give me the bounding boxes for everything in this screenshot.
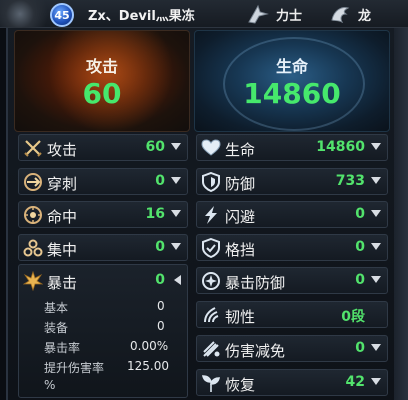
expand-arrow-icon[interactable] (371, 378, 381, 385)
expand-arrow-icon[interactable] (171, 243, 181, 250)
stat-value: 733 (335, 173, 365, 189)
crit-detail-label-equip: 装备 (44, 321, 69, 335)
shield-icon (201, 171, 221, 193)
attack-summary-title: 攻击 (85, 57, 118, 76)
crit-detail-value-rate: 0.00% (130, 339, 169, 353)
collapse-arrow-icon[interactable] (174, 275, 181, 285)
stat-value: 60 (145, 139, 165, 155)
stat-label: 生命 (225, 141, 256, 159)
stat-value: 0 (355, 206, 365, 222)
warrior-class-icon (246, 2, 270, 26)
stat-label: 暴击 (47, 274, 78, 292)
stat-row-attack[interactable]: 攻击 60 (18, 134, 188, 161)
level-badge: 45 (50, 3, 74, 27)
crossed-swords-icon (23, 138, 43, 158)
stat-label: 集中 (47, 241, 78, 259)
heart-icon (201, 138, 221, 158)
stat-row-pierce[interactable]: 穿刺 0 (18, 168, 188, 195)
stat-label: 命中 (47, 208, 78, 226)
crit-defense-icon (201, 271, 221, 291)
class-label: 力士 (276, 8, 303, 24)
expand-arrow-icon[interactable] (371, 143, 381, 150)
life-summary-value: 14860 (243, 77, 341, 110)
critical-burst-icon (22, 270, 44, 292)
crit-detail-label-rate: 暴击率 (44, 341, 81, 355)
race-label: 龙 (358, 8, 372, 24)
crit-detail-value-equip: 0 (157, 319, 165, 333)
stat-value: 0 (155, 173, 165, 189)
attack-summary-panel: 攻击 60 (14, 30, 190, 132)
character-header: 45 Zx、Devil灬果冻 力士 龙 (0, 0, 408, 28)
expand-arrow-icon[interactable] (371, 210, 381, 217)
stat-value: 14860 (316, 139, 365, 155)
stat-row-block[interactable]: 格挡 0 (196, 234, 388, 261)
life-summary-panel: 生命 14860 (194, 30, 390, 132)
stat-value: 0 (355, 239, 365, 255)
stat-value: 0段 (341, 309, 365, 325)
focus-icon (23, 238, 43, 258)
stat-row-critical[interactable]: 暴击 0 (18, 267, 188, 294)
player-name: Zx、Devil灬果冻 (88, 9, 195, 24)
stat-label: 韧性 (225, 308, 256, 326)
crit-detail-dmg-suffix: % (44, 378, 56, 392)
stat-value: 0 (155, 239, 165, 255)
recovery-icon (201, 373, 221, 393)
stat-label: 格挡 (225, 241, 256, 259)
stat-row-dodge[interactable]: 闪避 0 (196, 201, 388, 228)
crit-detail-value-base: 0 (157, 299, 165, 313)
target-icon (23, 205, 43, 225)
stat-value: 0 (155, 272, 165, 288)
stat-label: 穿刺 (47, 175, 78, 193)
stat-value: 42 (345, 374, 365, 390)
expand-arrow-icon[interactable] (371, 344, 381, 351)
stat-label: 暴击防御 (225, 274, 286, 292)
stat-label: 恢复 (225, 376, 256, 394)
stat-label: 攻击 (47, 141, 78, 159)
stat-row-recovery[interactable]: 恢复 42 (196, 369, 388, 396)
stat-row-life[interactable]: 生命 14860 (196, 134, 388, 161)
side-scroll-strip[interactable] (394, 28, 408, 400)
attack-summary-value: 60 (82, 77, 122, 110)
stat-row-crit-defense[interactable]: 暴击防御 0 (196, 267, 388, 294)
life-summary-title: 生命 (275, 57, 308, 76)
crit-detail-value-dmg: 125.00 (127, 359, 169, 373)
stat-row-focus[interactable]: 集中 0 (18, 234, 188, 261)
stat-row-hit[interactable]: 命中 16 (18, 201, 188, 228)
stat-label: 伤害减免 (225, 342, 286, 360)
stat-row-damage-reduction[interactable]: 伤害减免 0 (196, 335, 388, 362)
crit-detail-label-base: 基本 (44, 301, 69, 315)
stat-row-toughness[interactable]: 韧性 0段 (196, 301, 388, 328)
stat-label: 闪避 (225, 208, 256, 226)
block-shield-icon (201, 237, 221, 259)
pierce-icon (23, 172, 43, 192)
expand-arrow-icon[interactable] (171, 143, 181, 150)
dragon-race-icon (328, 2, 352, 26)
stat-value: 0 (355, 272, 365, 288)
expand-arrow-icon[interactable] (171, 177, 181, 184)
expand-arrow-icon[interactable] (171, 210, 181, 217)
damage-reduction-icon (201, 339, 221, 359)
stat-value: 0 (355, 340, 365, 356)
expand-arrow-icon[interactable] (371, 276, 381, 283)
crit-detail-label-dmg: 提升伤害率 (44, 361, 105, 375)
stat-row-defense[interactable]: 防御 733 (196, 168, 388, 195)
stat-label: 防御 (225, 175, 256, 193)
expand-arrow-icon[interactable] (371, 243, 381, 250)
class-race-group: 力士 龙 (246, 1, 371, 27)
toughness-icon (201, 305, 221, 325)
lightning-dodge-icon (201, 205, 221, 225)
expand-arrow-icon[interactable] (371, 177, 381, 184)
stat-value: 16 (145, 206, 165, 222)
